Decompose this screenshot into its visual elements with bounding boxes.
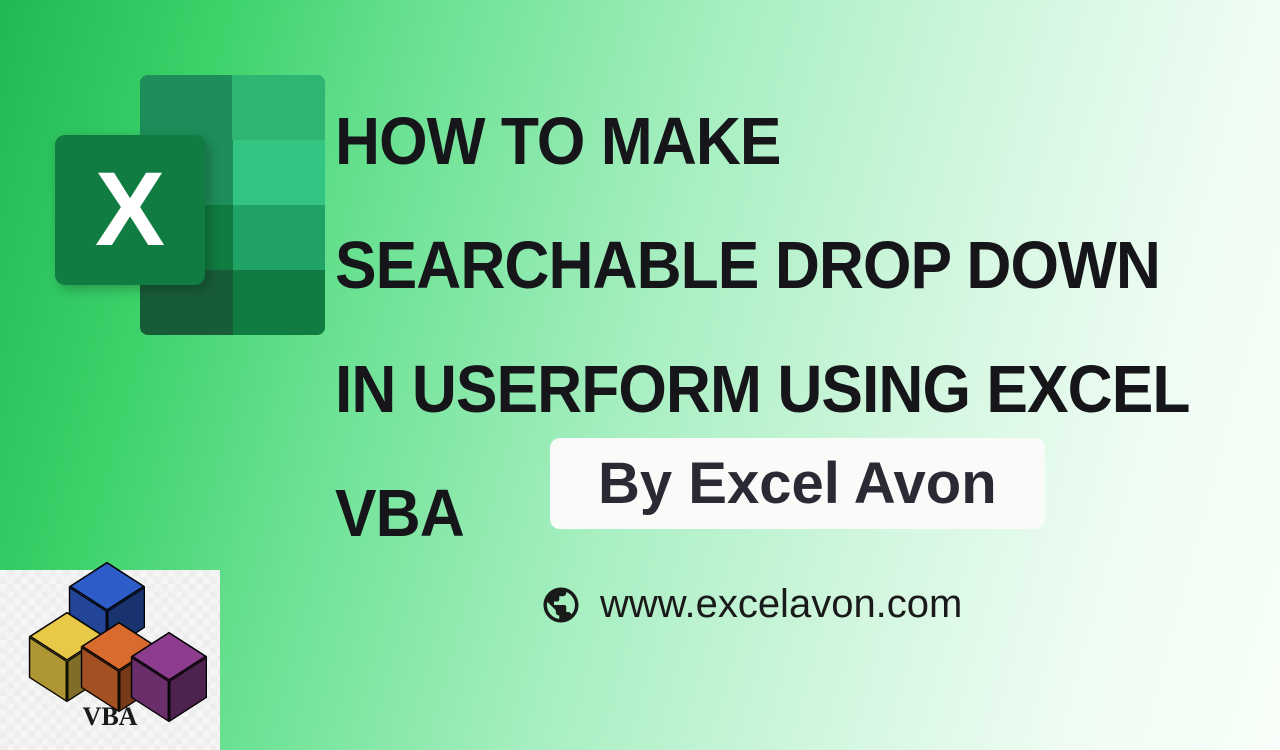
- excel-logo-letter: X: [95, 150, 165, 270]
- excel-logo-icon: X: [55, 75, 325, 345]
- vba-cubes-icon: [30, 588, 190, 698]
- author-badge: By Excel Avon: [550, 438, 1045, 529]
- globe-icon: [540, 584, 582, 626]
- author-label: By Excel Avon: [598, 451, 997, 516]
- website-row: www.excelavon.com: [540, 582, 962, 627]
- website-url: www.excelavon.com: [600, 582, 962, 627]
- excel-logo-square: X: [55, 135, 205, 285]
- vba-badge: VBA: [0, 570, 220, 750]
